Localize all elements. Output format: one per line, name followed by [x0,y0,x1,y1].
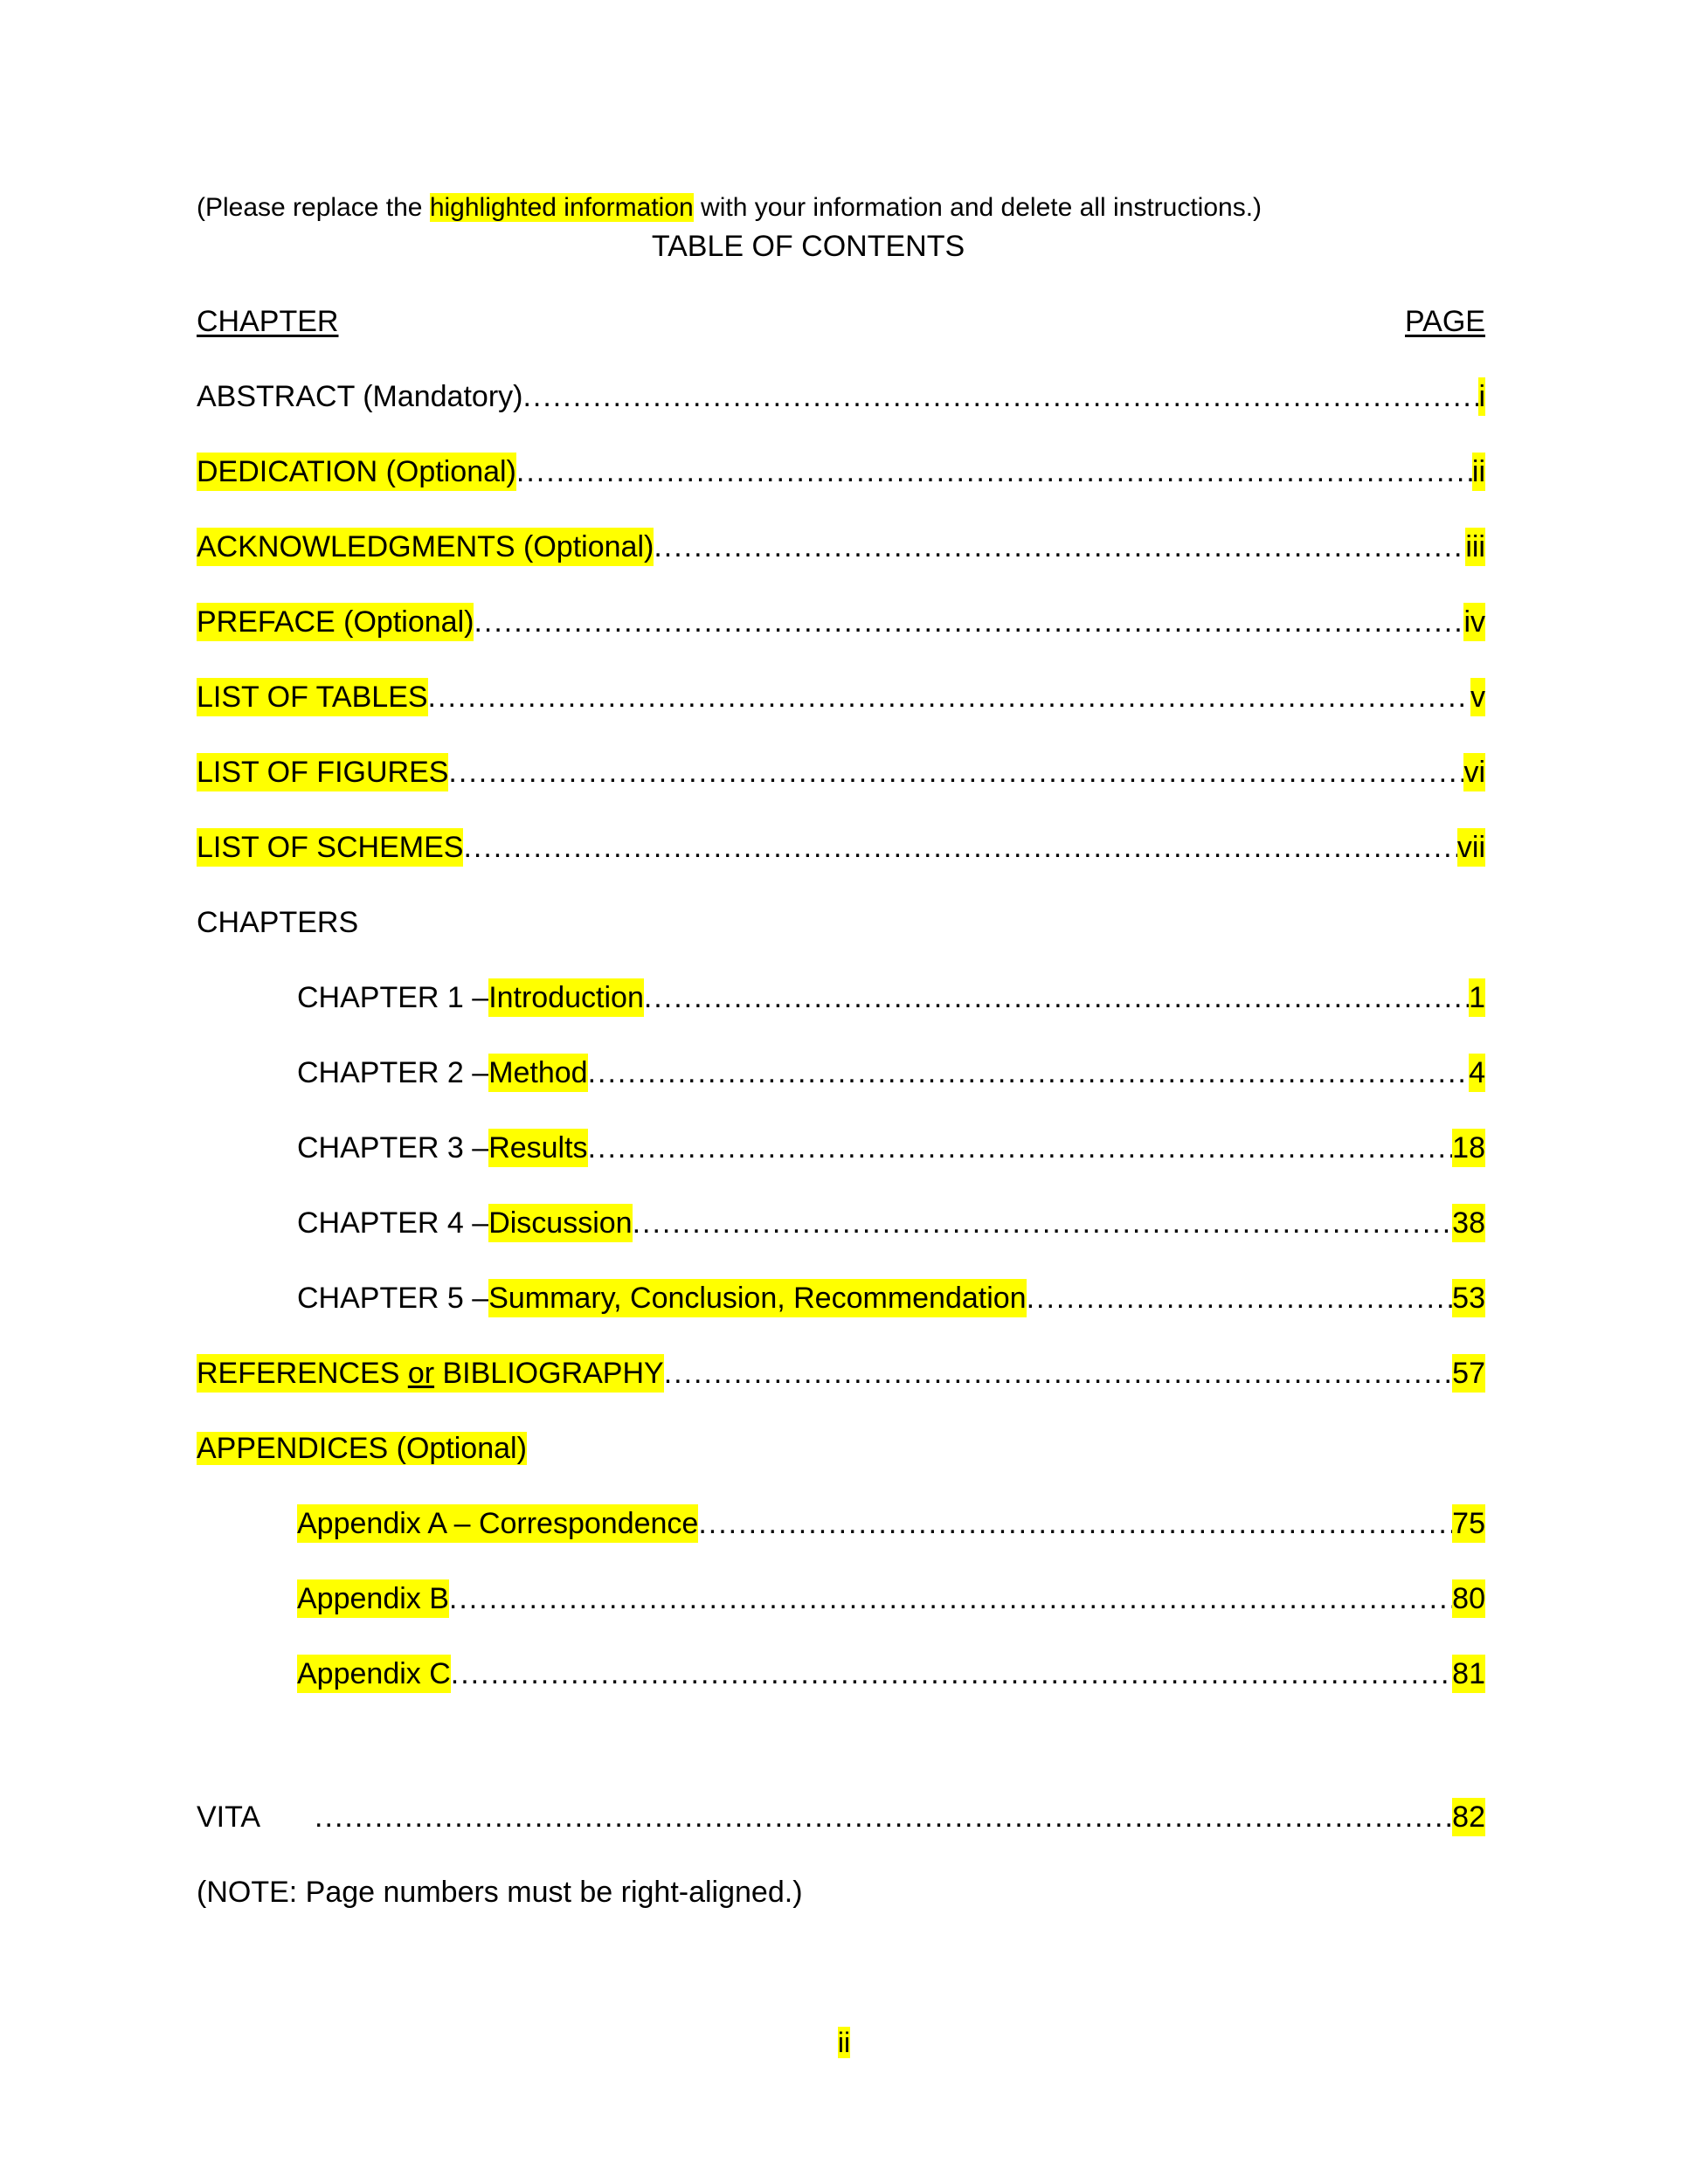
dot-leader [654,528,1465,566]
toc-entry-label: LIST OF TABLES [197,678,428,716]
toc-entry-label: Appendix C [297,1655,451,1693]
dot-leader [664,1354,1452,1393]
instruction-prefix: (Please replace the [197,193,430,222]
instruction-line: (Please replace the highlighted informat… [197,190,1485,225]
toc-entry-label: Appendix B [297,1579,449,1618]
column-headers: CHAPTER PAGE [197,302,1485,341]
toc-entry-list-of-figures: LIST OF FIGURES vi [197,753,1485,791]
dot-leader [315,1798,1452,1836]
toc-entry-page: ii [1471,453,1485,491]
toc-entry-label: ABSTRACT (Mandatory) [197,380,523,413]
toc-entry-appendix-c: Appendix C 81 [197,1655,1485,1693]
toc-entry-chapter-4: CHAPTER 4 – Discussion 38 [197,1204,1485,1242]
toc-entry-abstract: ABSTRACT (Mandatory) i [197,377,1485,416]
toc-entry-label: DEDICATION (Optional) [197,453,516,491]
bottom-note: (NOTE: Page numbers must be right-aligne… [197,1876,803,1909]
toc-entry-label: PREFACE (Optional) [197,603,474,641]
toc-entry-page: 80 [1452,1579,1485,1618]
dot-leader [463,828,1456,867]
dot-leader [451,1655,1452,1693]
toc-entry-page: 1 [1469,978,1485,1017]
toc-entry-chapter-prefix: CHAPTER 3 – [297,1131,489,1165]
dot-leader [588,1054,1469,1092]
dot-leader [1027,1279,1453,1317]
toc-entry-label: ACKNOWLEDGMENTS (Optional) [197,528,654,566]
toc-entry-page: 18 [1452,1129,1485,1167]
toc-entry-page: 75 [1452,1504,1485,1543]
toc-entry-page: 82 [1452,1798,1485,1836]
toc-entry-page: 38 [1452,1204,1485,1242]
toc-entry-page: vii [1456,828,1485,867]
toc-entry-acknowledgments: ACKNOWLEDGMENTS (Optional) iii [197,528,1485,566]
footer: ii [0,2025,1688,2060]
toc-entry-dedication: DEDICATION (Optional) ii [197,453,1485,491]
toc-entry-page: i [1478,377,1485,416]
dot-leader [644,978,1469,1017]
chapters-heading: CHAPTERS [197,906,359,939]
toc-entry-list-of-tables: LIST OF TABLES v [197,678,1485,716]
appendices-heading-text: APPENDICES (Optional) [197,1432,527,1465]
references-part-1: REFERENCES [197,1357,408,1390]
toc-entry-chapter-2: CHAPTER 2 – Method 4 [197,1054,1485,1092]
page-content: (Please replace the highlighted informat… [197,190,1485,1911]
toc-entry-chapter-5: CHAPTER 5 – Summary, Conclusion, Recomme… [197,1279,1485,1317]
toc-entry-preface: PREFACE (Optional) iv [197,603,1485,641]
toc-entry-label: Appendix A – Correspondence [297,1504,699,1543]
dot-leader [448,753,1463,791]
dot-leader [633,1204,1453,1242]
toc-entry-appendix-a: Appendix A – Correspondence 75 [197,1504,1485,1543]
page-title: TABLE OF CONTENTS [651,230,965,263]
toc-entry-page: 57 [1452,1354,1485,1393]
toc-entry-page: 53 [1452,1279,1485,1317]
dot-leader [588,1129,1453,1167]
toc-entry-page: 81 [1452,1655,1485,1693]
toc-entry-chapter-3: CHAPTER 3 – Results 18 [197,1129,1485,1167]
dot-leader [516,453,1472,491]
instruction-suffix: with your information and delete all ins… [693,193,1263,222]
toc-entry-page: iv [1463,603,1485,641]
toc-entry-chapter-1: CHAPTER 1 – Introduction 1 [197,978,1485,1017]
references-part-2: BIBLIOGRAPHY [434,1357,664,1390]
dot-leader [474,603,1463,641]
toc-entry-chapter-title: Discussion [488,1204,633,1242]
toc-entry-page: 4 [1469,1054,1485,1092]
references-or-word: or [407,1357,435,1390]
toc-entry-page: iii [1465,528,1485,566]
toc-entry-chapter-prefix: CHAPTER 5 – [297,1282,489,1315]
toc-entry-chapter-prefix: CHAPTER 1 – [297,981,489,1014]
column-header-chapter: CHAPTER [197,305,339,338]
toc-entry-references: REFERENCES or BIBLIOGRAPHY 57 [197,1354,1485,1393]
toc-entry-chapter-prefix: CHAPTER 2 – [297,1056,489,1089]
toc-entry-label: LIST OF SCHEMES [197,828,464,867]
dot-leader [449,1579,1452,1618]
dot-leader [428,678,1470,716]
toc-entry-chapter-prefix: CHAPTER 4 – [297,1206,489,1240]
toc-entry-chapter-title: Results [488,1129,588,1167]
footer-page-number: ii [837,2027,851,2058]
toc-entry-chapter-title: Summary, Conclusion, Recommendation [488,1279,1027,1317]
toc-entry-label: LIST OF FIGURES [197,753,449,791]
toc-entry-chapter-title: Method [488,1054,588,1092]
dot-leader [698,1504,1452,1543]
toc-entry-list-of-schemes: LIST OF SCHEMES vii [197,828,1485,867]
toc-entry-chapter-title: Introduction [488,978,644,1017]
toc-entry-label: REFERENCES or BIBLIOGRAPHY [197,1354,664,1393]
dot-leader [522,377,1478,416]
toc-entry-page: v [1470,678,1485,716]
toc-entry-label: VITA [197,1800,261,1834]
toc-entry-appendix-b: Appendix B 80 [197,1579,1485,1618]
appendices-heading: APPENDICES (Optional) [197,1429,1485,1468]
document-page: (Please replace the highlighted informat… [0,0,1688,2184]
toc-entry-page: vi [1463,753,1485,791]
column-header-page: PAGE [1405,305,1485,338]
toc-entry-vita: VITA 82 [197,1798,1485,1836]
instruction-highlighted-phrase: highlighted information [429,193,694,222]
